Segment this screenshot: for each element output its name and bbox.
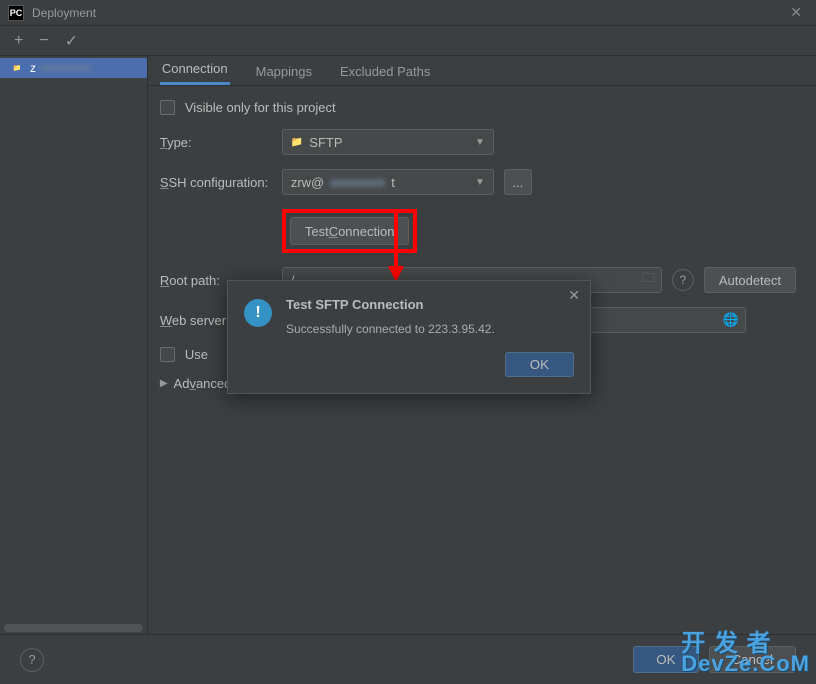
chevron-down-icon: ▼ [475, 137, 485, 148]
add-server-icon[interactable]: + [14, 32, 23, 50]
server-name-obscured: ■■■■■■■ [40, 61, 91, 75]
advanced-label: Advanced [174, 376, 232, 391]
ssh-config-select[interactable]: zrw@ ■■■■■■■ t ▼ [282, 169, 494, 195]
dialog-title: Test SFTP Connection [286, 297, 495, 312]
apply-icon[interactable]: ✓ [65, 31, 78, 51]
titlebar: PC Deployment ✕ [0, 0, 816, 26]
use-rsync-checkbox[interactable] [160, 347, 175, 362]
type-row: Type: 📁 SFTP ▼ [160, 129, 796, 155]
highlight-annotation: Test Connection [282, 209, 418, 253]
server-list-item[interactable]: 📁 z ■■■■■■■ [0, 58, 147, 78]
ok-button[interactable]: OK [633, 646, 698, 673]
ssh-label: SSH configuration: [160, 175, 272, 190]
tab-excluded-paths[interactable]: Excluded Paths [338, 58, 432, 85]
dialog-ok-button[interactable]: OK [505, 352, 574, 377]
help-icon[interactable]: ? [20, 648, 44, 672]
autodetect-button[interactable]: Autodetect [704, 267, 796, 293]
visible-only-row: Visible only for this project [160, 100, 796, 115]
chevron-right-icon: ▶ [160, 378, 168, 389]
use-rsync-label: Use [185, 347, 208, 362]
globe-icon[interactable]: 🌐 [723, 312, 739, 328]
app-icon: PC [8, 5, 24, 21]
dialog-body: ! Test SFTP Connection Successfully conn… [244, 297, 574, 336]
test-connection-dialog: ✕ ! Test SFTP Connection Successfully co… [227, 280, 591, 394]
ssh-row: SSH configuration: zrw@ ■■■■■■■ t ▼ ... [160, 169, 796, 195]
close-icon[interactable]: ✕ [784, 4, 808, 21]
type-value: SFTP [309, 135, 342, 150]
tabs-bar: Connection Mappings Excluded Paths [148, 56, 816, 86]
visible-only-label: Visible only for this project [185, 100, 336, 115]
dialog-message: Successfully connected to 223.3.95.42. [286, 322, 495, 336]
type-select[interactable]: 📁 SFTP ▼ [282, 129, 494, 155]
sidebar-toolbar: + − ✓ [0, 26, 816, 56]
test-connection-button[interactable]: Test Connection [290, 217, 410, 245]
sidebar-scrollbar[interactable] [4, 624, 143, 632]
ssh-value-obscured: ■■■■■■■ [330, 175, 385, 190]
ssh-config-browse-button[interactable]: ... [504, 169, 532, 195]
visible-only-checkbox[interactable] [160, 100, 175, 115]
bottom-bar: ? OK Cancel [0, 634, 816, 684]
dialog-footer: OK [244, 352, 574, 377]
sftp-badge-icon: 📁 [8, 62, 26, 74]
server-sidebar: 📁 z ■■■■■■■ [0, 56, 148, 634]
remove-server-icon[interactable]: − [39, 32, 48, 50]
bottom-buttons: OK Cancel [633, 646, 796, 673]
dialog-close-icon[interactable]: ✕ [568, 287, 580, 304]
server-name: z [30, 61, 36, 75]
chevron-down-icon: ▼ [475, 177, 485, 188]
ssh-value-prefix: zrw@ [291, 175, 324, 190]
type-label: Type: [160, 135, 272, 150]
window-title: Deployment [32, 6, 96, 20]
tab-mappings[interactable]: Mappings [254, 58, 314, 85]
ssh-value-suffix: t [391, 175, 395, 190]
root-path-help-icon[interactable]: ? [672, 269, 694, 291]
sftp-select-icon: 📁 [291, 137, 303, 148]
info-icon: ! [244, 299, 272, 327]
tab-connection[interactable]: Connection [160, 55, 230, 85]
folder-icon[interactable]: 🗀 [642, 269, 655, 291]
cancel-button[interactable]: Cancel [709, 646, 797, 673]
